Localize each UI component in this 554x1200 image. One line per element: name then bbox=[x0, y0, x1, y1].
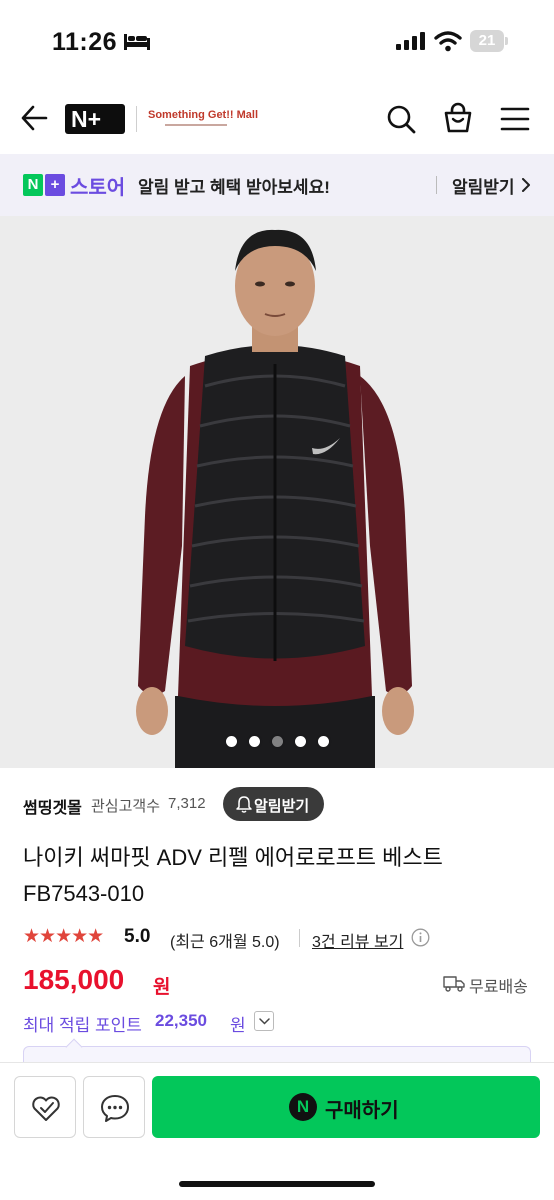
status-bar: 11:26 21 bbox=[0, 0, 554, 82]
top-navigation: N+ Something Get!! Mall bbox=[0, 82, 554, 154]
naver-plus-store-logo: N + bbox=[23, 174, 65, 196]
talk-talk-button[interactable] bbox=[83, 1076, 145, 1138]
points-unit: 원 bbox=[230, 1016, 246, 1035]
product-image-carousel[interactable] bbox=[0, 216, 554, 768]
wishlist-button[interactable] bbox=[14, 1076, 76, 1138]
naver-plus-logo[interactable]: N+ bbox=[65, 104, 125, 134]
points-value: 22,350 bbox=[155, 1011, 207, 1030]
mall-logo-tagline-mark bbox=[165, 124, 227, 126]
store-alert-banner[interactable]: N + 스토어 알림 받고 혜택 받아보세요! 알림받기 bbox=[0, 154, 554, 216]
points-label: 최대 적립 포인트 bbox=[23, 1016, 142, 1035]
wifi-icon bbox=[434, 31, 462, 52]
points-expand-button[interactable] bbox=[254, 1011, 274, 1031]
info-icon[interactable] bbox=[411, 928, 430, 947]
naver-plus-logo-text: N+ bbox=[71, 106, 102, 132]
shopping-bag-icon[interactable] bbox=[442, 102, 474, 134]
carousel-dot[interactable] bbox=[294, 736, 306, 747]
bell-plus-icon bbox=[236, 796, 252, 813]
product-price: 185,000 bbox=[23, 964, 125, 995]
buy-now-button[interactable]: N 구매하기 bbox=[152, 1076, 540, 1138]
store-logo-plus: + bbox=[45, 174, 65, 196]
heart-check-icon bbox=[32, 1096, 60, 1121]
shipping-info: 무료배송 bbox=[469, 979, 528, 996]
battery-icon: 21 bbox=[470, 30, 508, 52]
chat-bubble-icon bbox=[101, 1095, 129, 1122]
truck-icon bbox=[443, 976, 465, 992]
hamburger-menu-icon[interactable] bbox=[500, 106, 530, 132]
store-logo-n: N bbox=[23, 174, 43, 196]
seller-alert-label: 알림받기 bbox=[254, 798, 310, 815]
product-model-code: FB7543-010 bbox=[23, 881, 145, 906]
status-time: 11:26 bbox=[52, 28, 118, 56]
chevron-down-icon bbox=[259, 1018, 270, 1025]
store-banner-divider bbox=[436, 176, 437, 194]
carousel-pagination bbox=[0, 736, 554, 750]
product-title-line1: 나이키 써마핏 ADV 리펠 에어로로프트 베스트 bbox=[23, 845, 443, 870]
rating-stars: ★★★★★ bbox=[23, 926, 104, 947]
header-divider bbox=[136, 106, 137, 132]
seller-name[interactable]: 썸띵겟몰 bbox=[23, 794, 82, 818]
naver-pay-icon: N bbox=[289, 1093, 317, 1121]
bed-icon bbox=[124, 34, 150, 50]
review-link[interactable]: 3건 리뷰 보기 bbox=[312, 928, 403, 952]
battery-level: 21 bbox=[478, 32, 496, 49]
carousel-dot[interactable] bbox=[248, 736, 260, 747]
rating-value: 5.0 bbox=[124, 926, 151, 947]
rating-divider bbox=[299, 929, 300, 947]
follower-count: 7,312 bbox=[168, 795, 206, 812]
product-title: 나이키 써마핏 ADV 리펠 에어로로프트 베스트 FB7543-010 bbox=[23, 840, 533, 912]
store-alert-button[interactable]: 알림받기 bbox=[452, 173, 515, 198]
follower-label: 관심고객수 bbox=[91, 798, 161, 815]
mall-logo[interactable]: Something Get!! Mall bbox=[148, 109, 258, 121]
carousel-dot[interactable] bbox=[271, 736, 283, 747]
store-message: 알림 받고 혜택 받아보세요! bbox=[138, 178, 330, 197]
carousel-dot[interactable] bbox=[225, 736, 237, 747]
home-indicator[interactable] bbox=[179, 1181, 375, 1187]
seller-alert-button[interactable]: 알림받기 bbox=[223, 787, 324, 821]
signal-icon bbox=[396, 32, 425, 50]
recent-rating: (최근 6개월 5.0) bbox=[170, 934, 280, 951]
store-label: 스토어 bbox=[70, 177, 126, 199]
search-icon[interactable] bbox=[386, 104, 416, 134]
carousel-dot[interactable] bbox=[317, 736, 329, 747]
price-unit: 원 bbox=[153, 977, 171, 998]
back-arrow-icon[interactable] bbox=[20, 104, 48, 132]
product-photo bbox=[0, 216, 554, 768]
chevron-right-icon bbox=[522, 178, 530, 192]
buy-now-label: 구매하기 bbox=[325, 1100, 399, 1122]
